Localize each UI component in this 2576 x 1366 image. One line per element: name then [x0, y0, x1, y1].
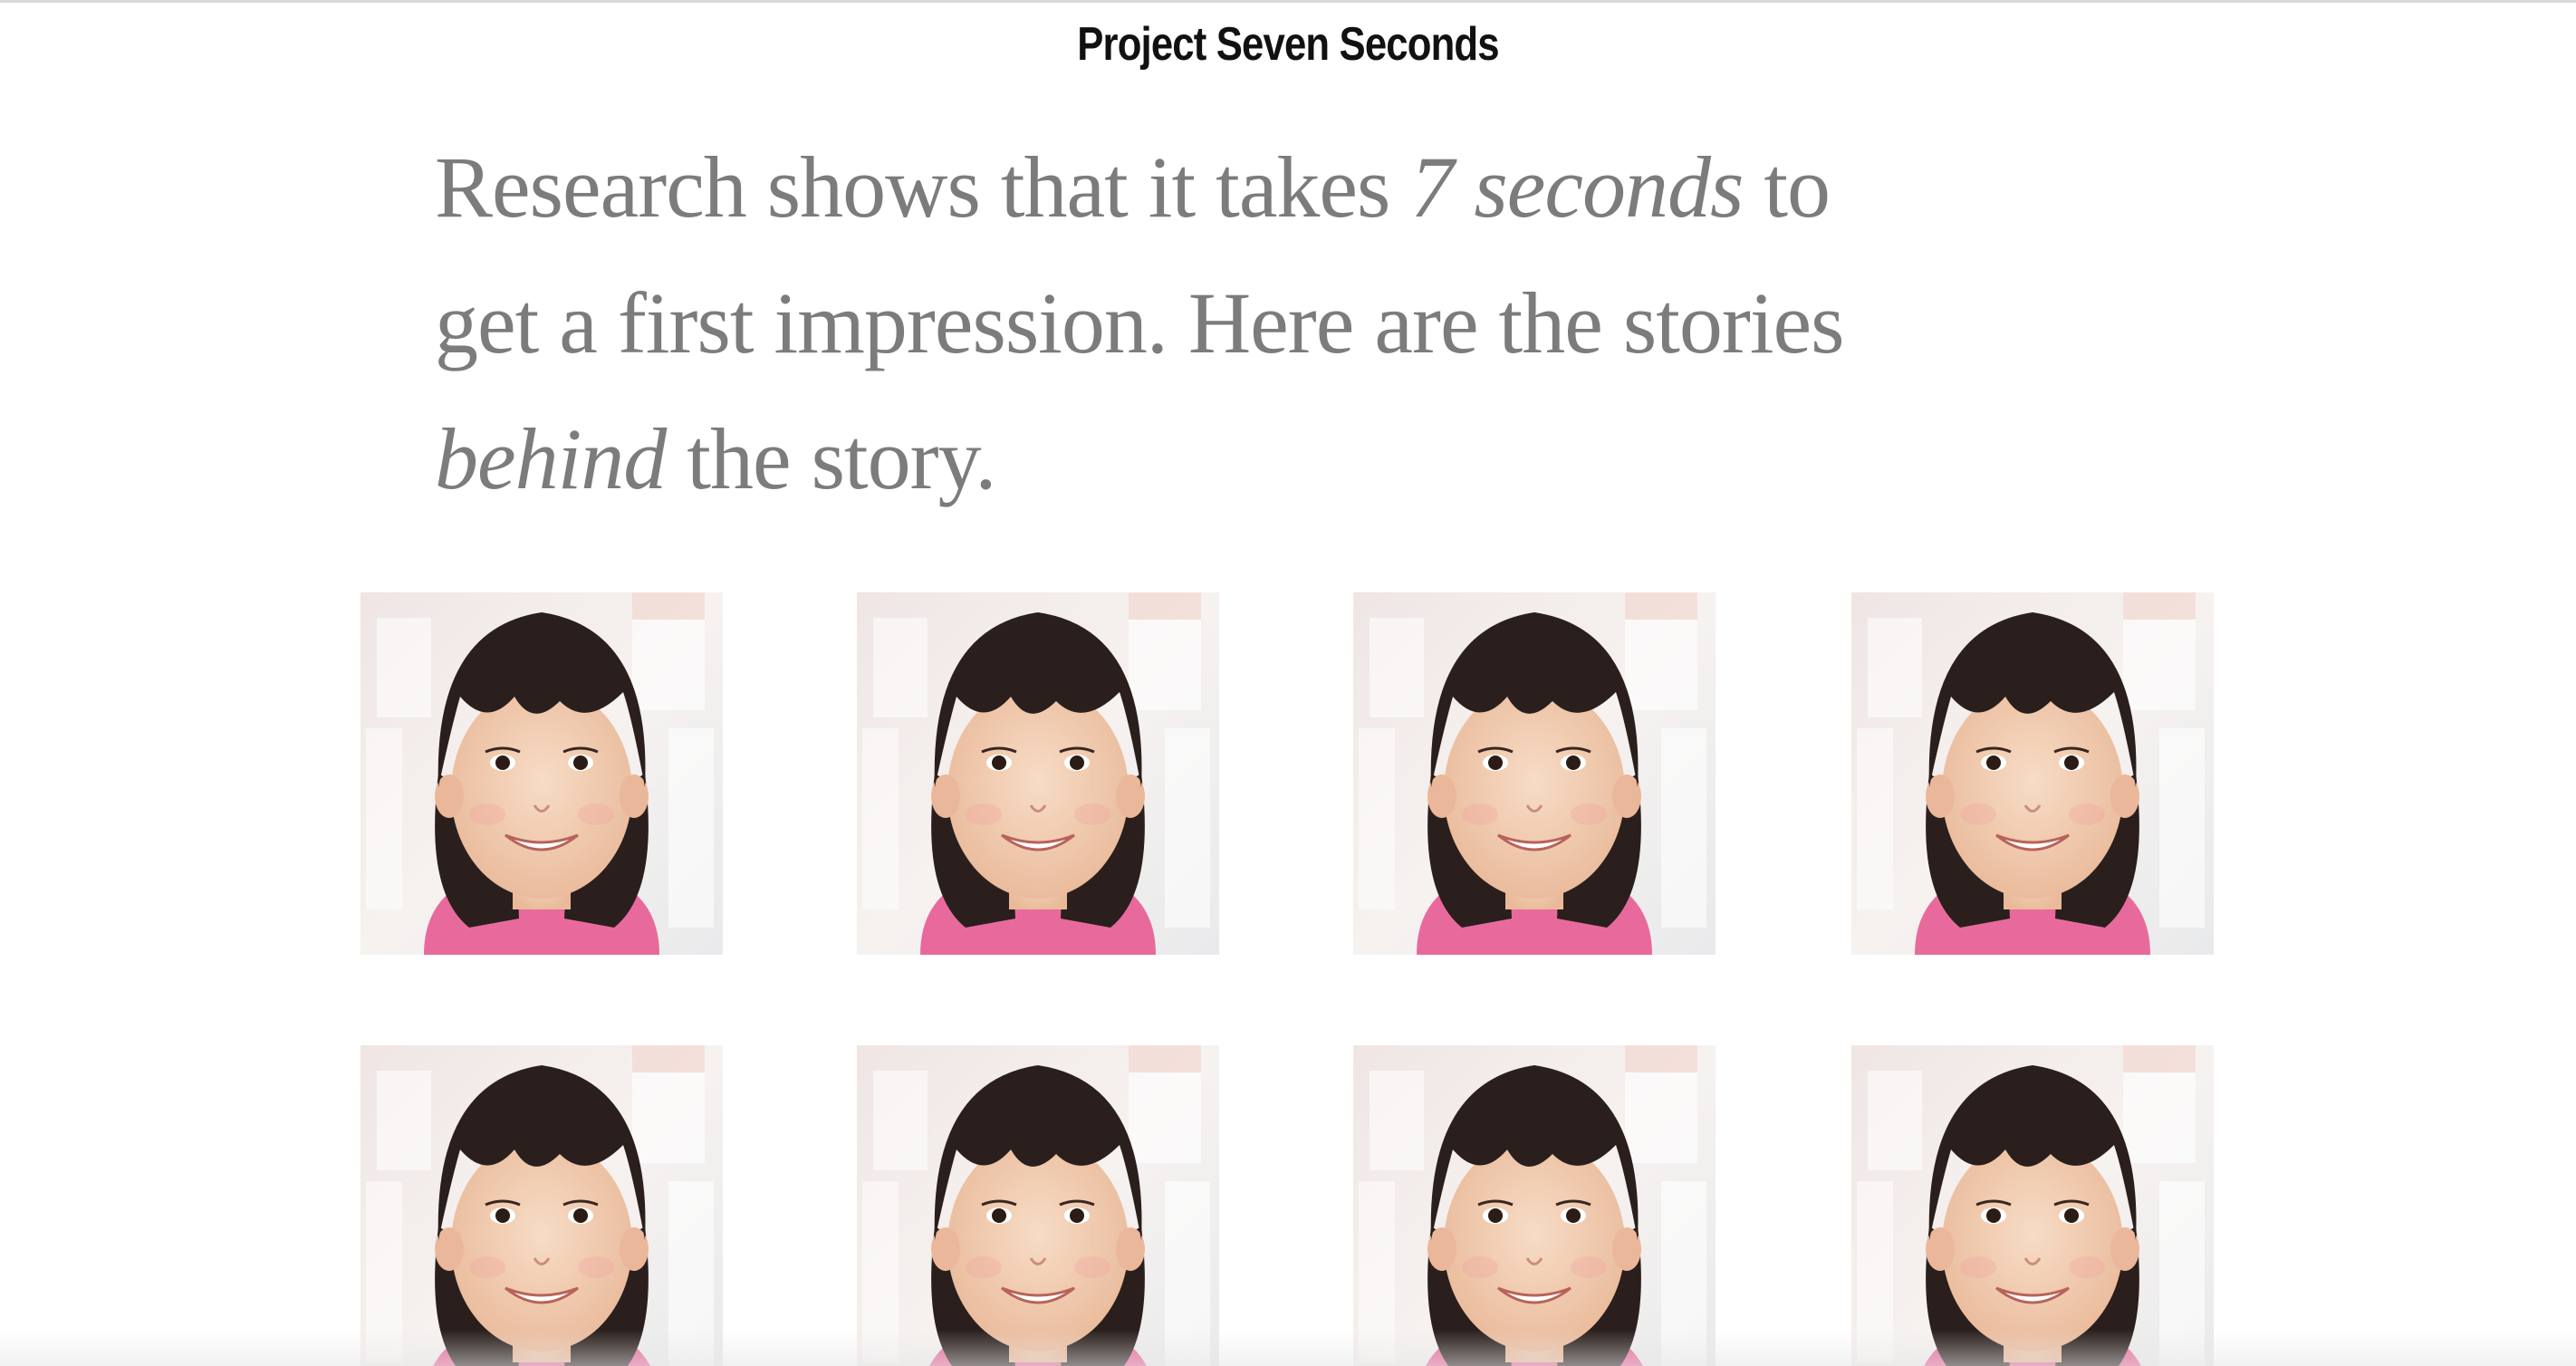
- girl-portrait-photo[interactable]: [1353, 592, 1716, 955]
- girl-portrait-photo[interactable]: [1353, 1045, 1716, 1366]
- girl-portrait-photo[interactable]: [857, 1045, 1219, 1366]
- intro-text-1: Research shows that it takes: [435, 139, 1411, 236]
- girl-portrait-photo[interactable]: [360, 1045, 723, 1366]
- intro-text-3: the story.: [666, 410, 996, 507]
- intro-emphasis-seconds: 7 seconds: [1410, 139, 1744, 236]
- top-border: [0, 0, 2576, 3]
- site-title[interactable]: Project Seven Seconds: [207, 13, 2370, 76]
- girl-portrait-photo[interactable]: [1851, 592, 2214, 955]
- girl-portrait-photo[interactable]: [857, 592, 1219, 955]
- intro-emphasis-behind: behind: [435, 410, 667, 507]
- intro-paragraph: Research shows that it takes 7 seconds t…: [435, 120, 1848, 527]
- photo-grid: [360, 592, 2216, 1366]
- girl-portrait-photo[interactable]: [360, 592, 723, 955]
- girl-portrait-photo[interactable]: [1851, 1045, 2214, 1366]
